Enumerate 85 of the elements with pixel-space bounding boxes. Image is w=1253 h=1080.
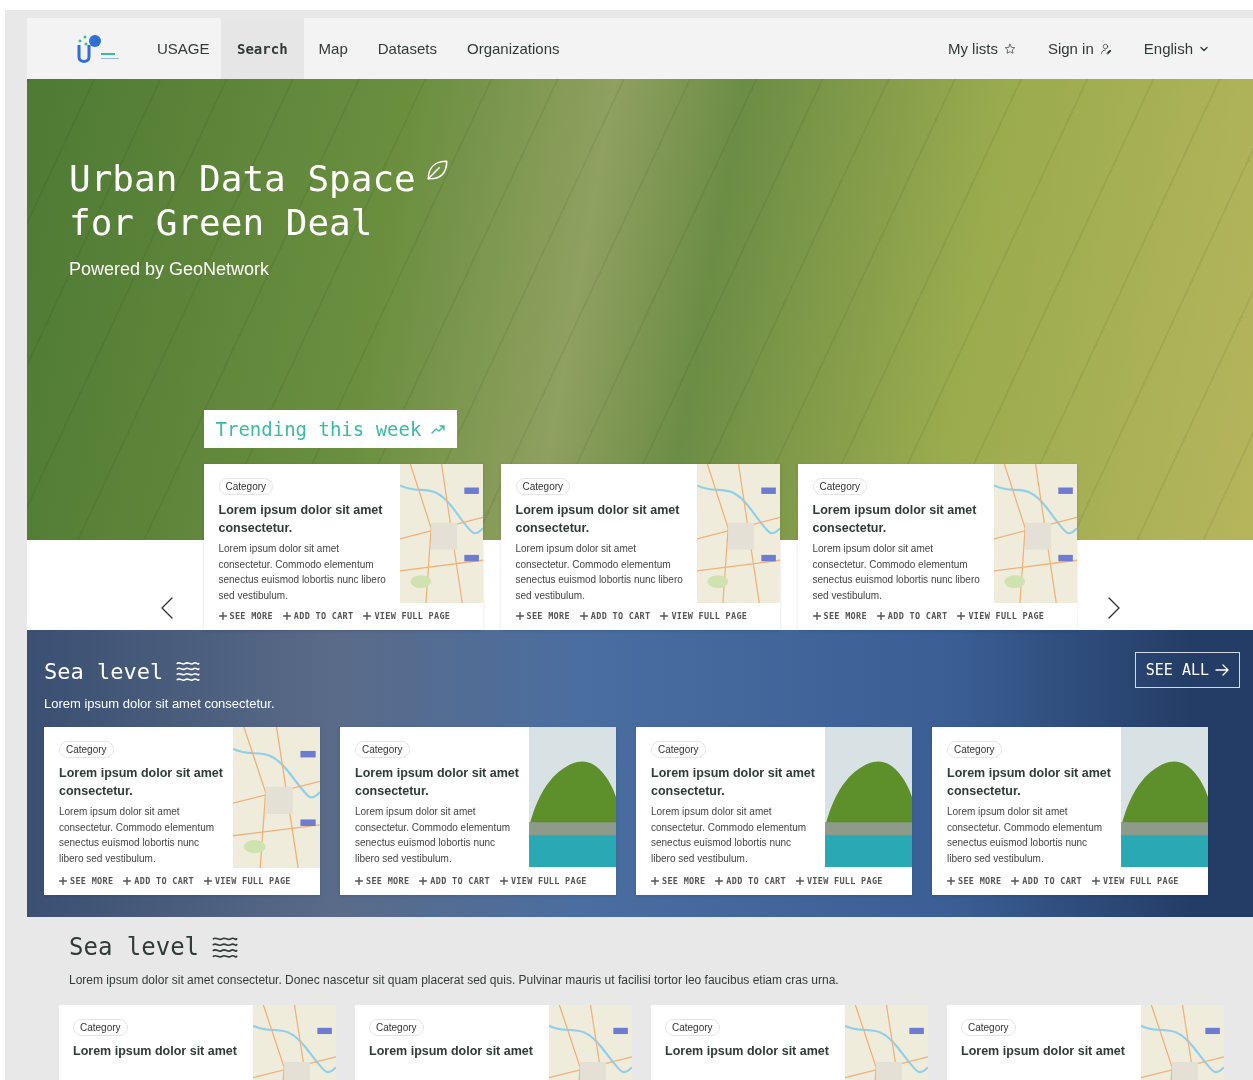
brand-name: USAGE bbox=[157, 40, 211, 57]
see-all-button[interactable]: SEE ALL bbox=[1134, 652, 1240, 688]
plus-icon bbox=[363, 612, 372, 620]
plus-icon bbox=[59, 877, 67, 886]
card-description: Lorem ipsum dolor sit amet consectetur. Commodo elementum senectus euismod lobortis nunc libero sed vestibulum. bbox=[59, 805, 216, 866]
card-action-link[interactable]: ADD TO CART bbox=[123, 876, 194, 887]
card-action-link[interactable]: ADD TO CART bbox=[876, 611, 948, 621]
card-action-link[interactable]: SEE MORE bbox=[59, 876, 114, 887]
card-action-link[interactable]: SEE MORE bbox=[947, 875, 1002, 887]
plus-icon bbox=[218, 612, 227, 620]
card-description: Lorem ipsum dolor sit amet consectetur. Commodo elementum senectus euismod lobortis nunc libero sed vestibulum. bbox=[515, 542, 684, 603]
card-title: Lorem ipsum dolor sit amet consectetur. bbox=[812, 502, 978, 537]
trend-up-icon bbox=[431, 424, 446, 434]
plus-icon bbox=[795, 876, 804, 885]
card-action-link[interactable]: ADD TO CART bbox=[282, 611, 354, 621]
plus-icon bbox=[947, 876, 955, 885]
nav-action-link[interactable]: English bbox=[1127, 18, 1225, 79]
nav-action-link[interactable]: My lists bbox=[931, 18, 1032, 79]
plus-icon bbox=[123, 877, 132, 886]
arrow-right-icon bbox=[1215, 664, 1229, 676]
card-action-link[interactable]: VIEW FULL PAGE bbox=[203, 876, 291, 887]
card-title: Lorem ipsum dolor sit amet consectetur. bbox=[355, 765, 520, 800]
card-action-link[interactable]: SEE MORE bbox=[812, 611, 867, 621]
card-title: Lorem ipsum dolor sit amet bbox=[73, 1043, 238, 1060]
card-action-link[interactable]: VIEW FULL PAGE bbox=[795, 875, 883, 887]
plus-icon bbox=[957, 612, 966, 620]
hero-title: for Green Deal bbox=[69, 201, 373, 245]
card-title: Lorem ipsum dolor sit amet consectetur. bbox=[515, 502, 681, 537]
card-title: Lorem ipsum dolor sit amet consectetur. bbox=[651, 765, 816, 800]
chevron-left-icon bbox=[159, 596, 174, 620]
user-icon bbox=[1099, 42, 1112, 55]
plus-icon bbox=[1011, 876, 1020, 885]
plus-icon bbox=[876, 612, 885, 620]
section-title: Sea level bbox=[69, 933, 200, 961]
card-action-link[interactable]: VIEW FULL PAGE bbox=[363, 611, 451, 621]
next-button[interactable] bbox=[1106, 596, 1121, 620]
plus-icon bbox=[282, 612, 291, 620]
card-action-link[interactable]: VIEW FULL PAGE bbox=[1091, 875, 1179, 887]
card-description: Lorem ipsum dolor sit amet consectetur. Commodo elementum senectus euismod lobortis nunc libero sed vestibulum. bbox=[651, 805, 808, 866]
card-title: Lorem ipsum dolor sit amet bbox=[369, 1043, 534, 1060]
card-action-link[interactable]: VIEW FULL PAGE bbox=[499, 875, 587, 887]
plus-icon bbox=[203, 877, 212, 886]
card-action-link[interactable]: VIEW FULL PAGE bbox=[957, 611, 1045, 621]
card-description: Lorem ipsum dolor sit amet consectetur. Commodo elementum senectus euismod lobortis nunc libero sed vestibulum. bbox=[218, 542, 387, 603]
plus-icon bbox=[419, 876, 428, 885]
card-action-link[interactable]: ADD TO CART bbox=[1011, 875, 1082, 887]
card-title: Lorem ipsum dolor sit amet bbox=[961, 1043, 1126, 1060]
section-title: Sea level bbox=[44, 658, 164, 684]
card-action-link[interactable]: ADD TO CART bbox=[579, 611, 651, 621]
plus-icon bbox=[355, 876, 363, 885]
star-icon bbox=[1003, 42, 1016, 55]
plus-icon bbox=[651, 876, 659, 885]
card-description: Lorem ipsum dolor sit amet consectetur. Commodo elementum senectus euismod lobortis nunc libero sed vestibulum. bbox=[812, 542, 981, 603]
card-action-link[interactable]: SEE MORE bbox=[355, 875, 410, 887]
hero-title: Urban Data Space bbox=[69, 157, 416, 201]
nav-tab[interactable]: Search bbox=[221, 18, 304, 79]
nav-tab[interactable]: Datasets bbox=[362, 18, 452, 79]
section-subtitle: Lorem ipsum dolor sit amet consectetur. bbox=[44, 696, 275, 711]
plus-icon bbox=[660, 612, 669, 620]
card-title: Lorem ipsum dolor sit amet consectetur. bbox=[947, 765, 1112, 800]
card-action-link[interactable]: VIEW FULL PAGE bbox=[660, 611, 748, 621]
card-action-link[interactable]: SEE MORE bbox=[651, 875, 706, 887]
card-title: Lorem ipsum dolor sit amet consectetur. bbox=[59, 765, 224, 800]
nav-tab[interactable]: Map bbox=[303, 18, 363, 79]
card-description: Lorem ipsum dolor sit amet consectetur. Commodo elementum senectus euismod lobortis nunc libero sed vestibulum. bbox=[355, 805, 512, 866]
card-action-link[interactable]: SEE MORE bbox=[218, 611, 273, 621]
plus-icon bbox=[1091, 876, 1100, 885]
card-action-link[interactable]: ADD TO CART bbox=[419, 875, 490, 887]
nav-action-link[interactable]: Sign in bbox=[1031, 18, 1128, 79]
section-description: Lorem ipsum dolor sit amet consectetur. Donec nascetur sit quam placerat sed quis. Pulvinar mauris ut facilisi tortor leo faucibus etiam cras urna. bbox=[69, 973, 840, 987]
plus-icon bbox=[579, 612, 588, 620]
plus-icon bbox=[499, 876, 508, 885]
card-action-link[interactable]: SEE MORE bbox=[515, 611, 570, 621]
hero-subtitle: Powered by GeoNetwork bbox=[69, 259, 271, 280]
plus-icon bbox=[812, 612, 821, 620]
plus-icon bbox=[715, 876, 724, 885]
card-title: Lorem ipsum dolor sit amet consectetur. bbox=[218, 502, 384, 537]
card-action-link[interactable]: ADD TO CART bbox=[715, 875, 786, 887]
trending-heading: Trending this week bbox=[203, 410, 458, 448]
nav-tab[interactable]: Organizations bbox=[451, 18, 575, 79]
plus-icon bbox=[515, 612, 524, 620]
previous-button[interactable] bbox=[159, 596, 174, 620]
card-description: Lorem ipsum dolor sit amet consectetur. Commodo elementum senectus euismod lobortis nunc libero sed vestibulum. bbox=[947, 805, 1104, 866]
chevron-right-icon bbox=[1106, 596, 1121, 620]
card-title: Lorem ipsum dolor sit amet bbox=[665, 1043, 830, 1060]
